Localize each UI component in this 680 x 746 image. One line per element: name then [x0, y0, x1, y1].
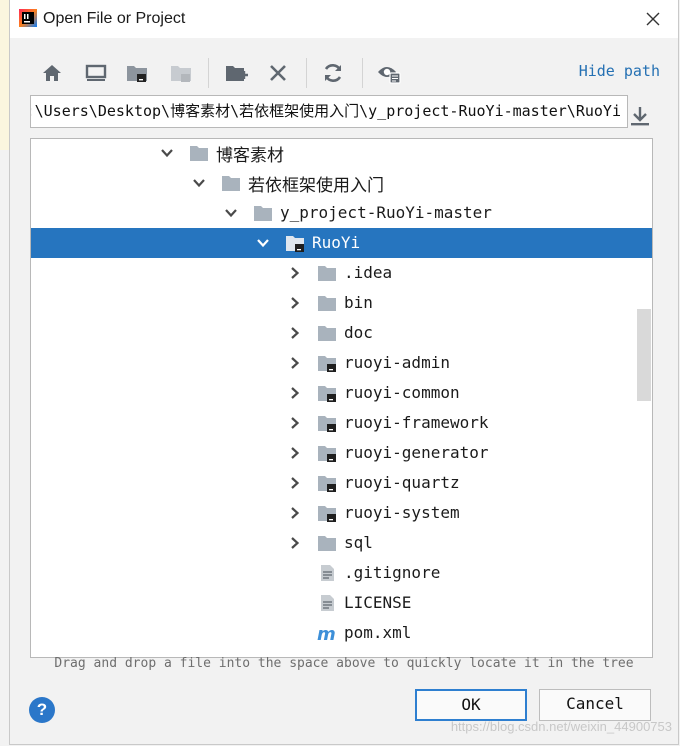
tree-item-label: pom.xml — [344, 623, 412, 642]
module-folder-icon — [318, 386, 336, 402]
chevron-down-icon[interactable] — [161, 147, 173, 159]
chevron-down-icon[interactable] — [257, 237, 269, 249]
chevron-right-icon[interactable] — [289, 447, 301, 459]
tree-item-label: .gitignore — [344, 563, 441, 582]
module-folder-icon — [318, 416, 336, 432]
intellij-app-icon — [19, 9, 37, 27]
module-folder-icon — [318, 356, 336, 372]
desktop-icon[interactable] — [84, 61, 108, 85]
tree-item-label: 若依框架使用入门 — [248, 176, 384, 196]
tree-row[interactable]: LICENSE — [31, 588, 652, 618]
folder-icon — [190, 146, 208, 161]
tree-row[interactable]: bin — [31, 288, 652, 318]
folder-icon — [318, 326, 336, 341]
path-input[interactable]: C:\Users\Desktop\博客素材\若依框架使用入门\y_project… — [30, 95, 628, 128]
svg-text:m: m — [317, 624, 336, 642]
chevron-right-icon[interactable] — [289, 327, 301, 339]
tree-row[interactable]: y_project-RuoYi-master — [31, 198, 652, 228]
module-folder-icon — [318, 506, 336, 522]
toolbar: Hide path — [10, 38, 678, 94]
chevron-right-icon[interactable] — [289, 297, 301, 309]
tree-row[interactable]: ruoyi-framework — [31, 408, 652, 438]
chevron-right-icon[interactable] — [289, 267, 301, 279]
help-button[interactable]: ? — [29, 697, 55, 723]
chevron-right-icon[interactable] — [289, 477, 301, 489]
tree-row[interactable]: 若依框架使用入门 — [31, 168, 652, 198]
new-folder-icon[interactable] — [224, 61, 248, 85]
drag-drop-hint: Drag and drop a file into the space abov… — [54, 656, 634, 671]
download-icon[interactable] — [630, 105, 650, 127]
tree-row[interactable]: ruoyi-quartz — [31, 468, 652, 498]
tree-row[interactable]: RuoYi — [31, 228, 652, 258]
home-icon[interactable] — [40, 61, 64, 85]
show-hidden-icon[interactable] — [377, 61, 401, 85]
delete-icon[interactable] — [266, 61, 290, 85]
folder-icon — [318, 296, 336, 311]
module-folder-icon — [318, 476, 336, 492]
tree-item-label: bin — [344, 293, 373, 312]
tree-item-label: 博客素材 — [216, 146, 284, 166]
ok-button[interactable]: OK — [415, 689, 527, 721]
project-folder-icon[interactable] — [125, 61, 149, 85]
text-file-icon — [321, 595, 334, 611]
module-folder-icon — [286, 236, 304, 252]
tree-item-label: RuoYi — [312, 233, 361, 252]
tree-item-label: ruoyi-framework — [344, 413, 489, 432]
text-file-icon — [321, 565, 334, 581]
refresh-icon[interactable] — [321, 61, 345, 85]
tree-row[interactable]: sql — [31, 528, 652, 558]
tree-row[interactable]: ruoyi-common — [31, 378, 652, 408]
tree-item-label: ruoyi-system — [344, 503, 460, 522]
chevron-right-icon[interactable] — [289, 387, 301, 399]
chevron-down-icon[interactable] — [193, 177, 205, 189]
path-row: C:\Users\Desktop\博客素材\若依框架使用入门\y_project… — [30, 95, 628, 128]
toolbar-separator — [306, 58, 307, 88]
folder-icon — [222, 176, 240, 191]
path-text: C:\Users\Desktop\博客素材\若依框架使用入门\y_project… — [30, 102, 621, 120]
tree-row[interactable]: .idea — [31, 258, 652, 288]
tree-row[interactable]: doc — [31, 318, 652, 348]
tree-row[interactable]: ruoyi-generator — [31, 438, 652, 468]
tree-row[interactable]: 博客素材 — [31, 139, 652, 168]
title-bar: Open File or Project — [10, 0, 678, 38]
hide-path-link[interactable]: Hide path — [579, 62, 660, 80]
folder-icon — [318, 536, 336, 551]
open-file-dialog: Open File or Project Hide path C:\Users\… — [9, 0, 679, 745]
chevron-right-icon[interactable] — [289, 357, 301, 369]
folder-icon — [318, 266, 336, 281]
maven-icon: m — [317, 624, 336, 642]
toolbar-separator — [362, 58, 363, 88]
folder-icon — [254, 206, 272, 221]
tree-item-label: ruoyi-quartz — [344, 473, 460, 492]
watermark: https://blog.csdn.net/weixin_44900753 — [450, 719, 672, 734]
tree-item-label: ruoyi-generator — [344, 443, 489, 462]
tree-item-label: ruoyi-common — [344, 383, 460, 402]
cancel-button[interactable]: Cancel — [539, 689, 651, 721]
toolbar-separator — [208, 58, 209, 88]
tree-row[interactable]: m pom.xml — [31, 618, 652, 648]
tree-row[interactable]: .gitignore — [31, 558, 652, 588]
close-icon[interactable] — [642, 8, 664, 30]
module-folder-icon[interactable] — [169, 61, 193, 85]
window-title: Open File or Project — [43, 10, 186, 27]
chevron-down-icon[interactable] — [225, 207, 237, 219]
chevron-right-icon[interactable] — [289, 507, 301, 519]
tree-item-label: y_project-RuoYi-master — [280, 203, 492, 222]
tree-item-label: LICENSE — [344, 593, 412, 612]
tree-row[interactable]: ruoyi-system — [31, 498, 652, 528]
file-tree[interactable]: m pom.xml LICENSE .gitignore sql ruoyi-system… — [30, 138, 653, 658]
scrollbar-thumb[interactable] — [637, 309, 651, 401]
tree-item-label: .idea — [344, 263, 393, 282]
tree-row[interactable]: ruoyi-admin — [31, 348, 652, 378]
module-folder-icon — [318, 446, 336, 462]
chevron-right-icon[interactable] — [289, 537, 301, 549]
tree-item-label: doc — [344, 323, 373, 342]
tree-item-label: ruoyi-admin — [344, 353, 450, 372]
chevron-right-icon[interactable] — [289, 417, 301, 429]
tree-item-label: sql — [344, 533, 373, 552]
